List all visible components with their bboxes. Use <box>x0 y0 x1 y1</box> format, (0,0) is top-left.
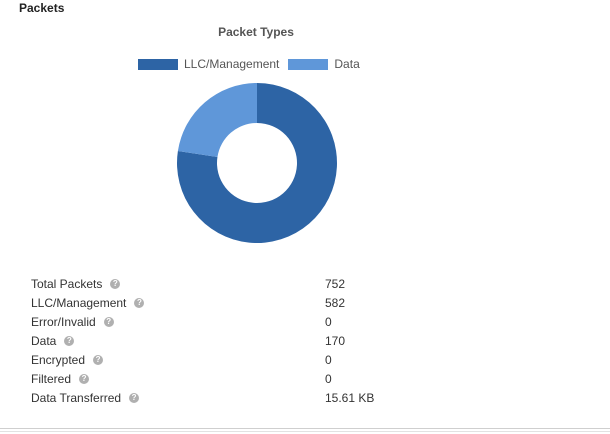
stat-row-error-invalid: Error/Invalid ? 0 <box>31 313 531 332</box>
stat-row-data-transferred: Data Transferred ? 15.61 KB <box>31 389 531 408</box>
stat-label-data-transferred: Data Transferred <box>31 391 122 405</box>
stat-label-encrypted: Encrypted <box>31 353 86 367</box>
stat-value-encrypted: 0 <box>325 353 332 367</box>
chart-legend: LLC/Management Data <box>138 57 369 71</box>
stat-value-llc-management: 582 <box>325 296 346 310</box>
legend-item-data[interactable]: Data <box>288 57 360 71</box>
stat-row-filtered: Filtered ? 0 <box>31 370 531 389</box>
stat-row-encrypted: Encrypted ? 0 <box>31 351 531 370</box>
stat-value-total-packets: 752 <box>325 277 346 291</box>
stat-row-total-packets: Total Packets ? 752 <box>31 275 531 294</box>
packet-stats-table: Total Packets ? 752 LLC/Management ? 582… <box>31 275 531 408</box>
stat-row-llc-management: LLC/Management ? 582 <box>31 294 531 313</box>
stat-label-filtered: Filtered <box>31 372 72 386</box>
legend-swatch-llc <box>138 58 178 70</box>
legend-label-llc: LLC/Management <box>184 57 280 71</box>
panel-title: Packets <box>19 1 65 15</box>
help-icon[interactable]: ? <box>103 317 114 327</box>
stat-value-error-invalid: 0 <box>325 315 332 329</box>
stat-label-data: Data <box>31 334 57 348</box>
help-icon[interactable]: ? <box>110 279 121 289</box>
stat-value-filtered: 0 <box>325 372 332 386</box>
stat-value-data-transferred: 15.61 KB <box>325 391 375 405</box>
help-icon[interactable]: ? <box>64 336 75 346</box>
chart-title: Packet Types <box>218 25 294 39</box>
help-icon[interactable]: ? <box>93 355 104 365</box>
legend-label-data: Data <box>334 57 360 71</box>
stat-label-llc-management: LLC/Management <box>31 296 127 310</box>
help-icon[interactable]: ? <box>129 393 140 403</box>
help-icon[interactable]: ? <box>134 298 145 308</box>
panel-divider <box>0 428 610 432</box>
stat-row-data: Data ? 170 <box>31 332 531 351</box>
legend-item-llc[interactable]: LLC/Management <box>138 57 279 71</box>
donut-slice-data[interactable] <box>177 83 257 158</box>
stat-value-data: 170 <box>325 334 346 348</box>
help-icon[interactable]: ? <box>79 374 90 384</box>
stat-label-total-packets: Total Packets <box>31 277 103 291</box>
packet-types-donut-chart <box>177 83 337 243</box>
stat-label-error-invalid: Error/Invalid <box>31 315 96 329</box>
legend-swatch-data <box>288 58 329 70</box>
